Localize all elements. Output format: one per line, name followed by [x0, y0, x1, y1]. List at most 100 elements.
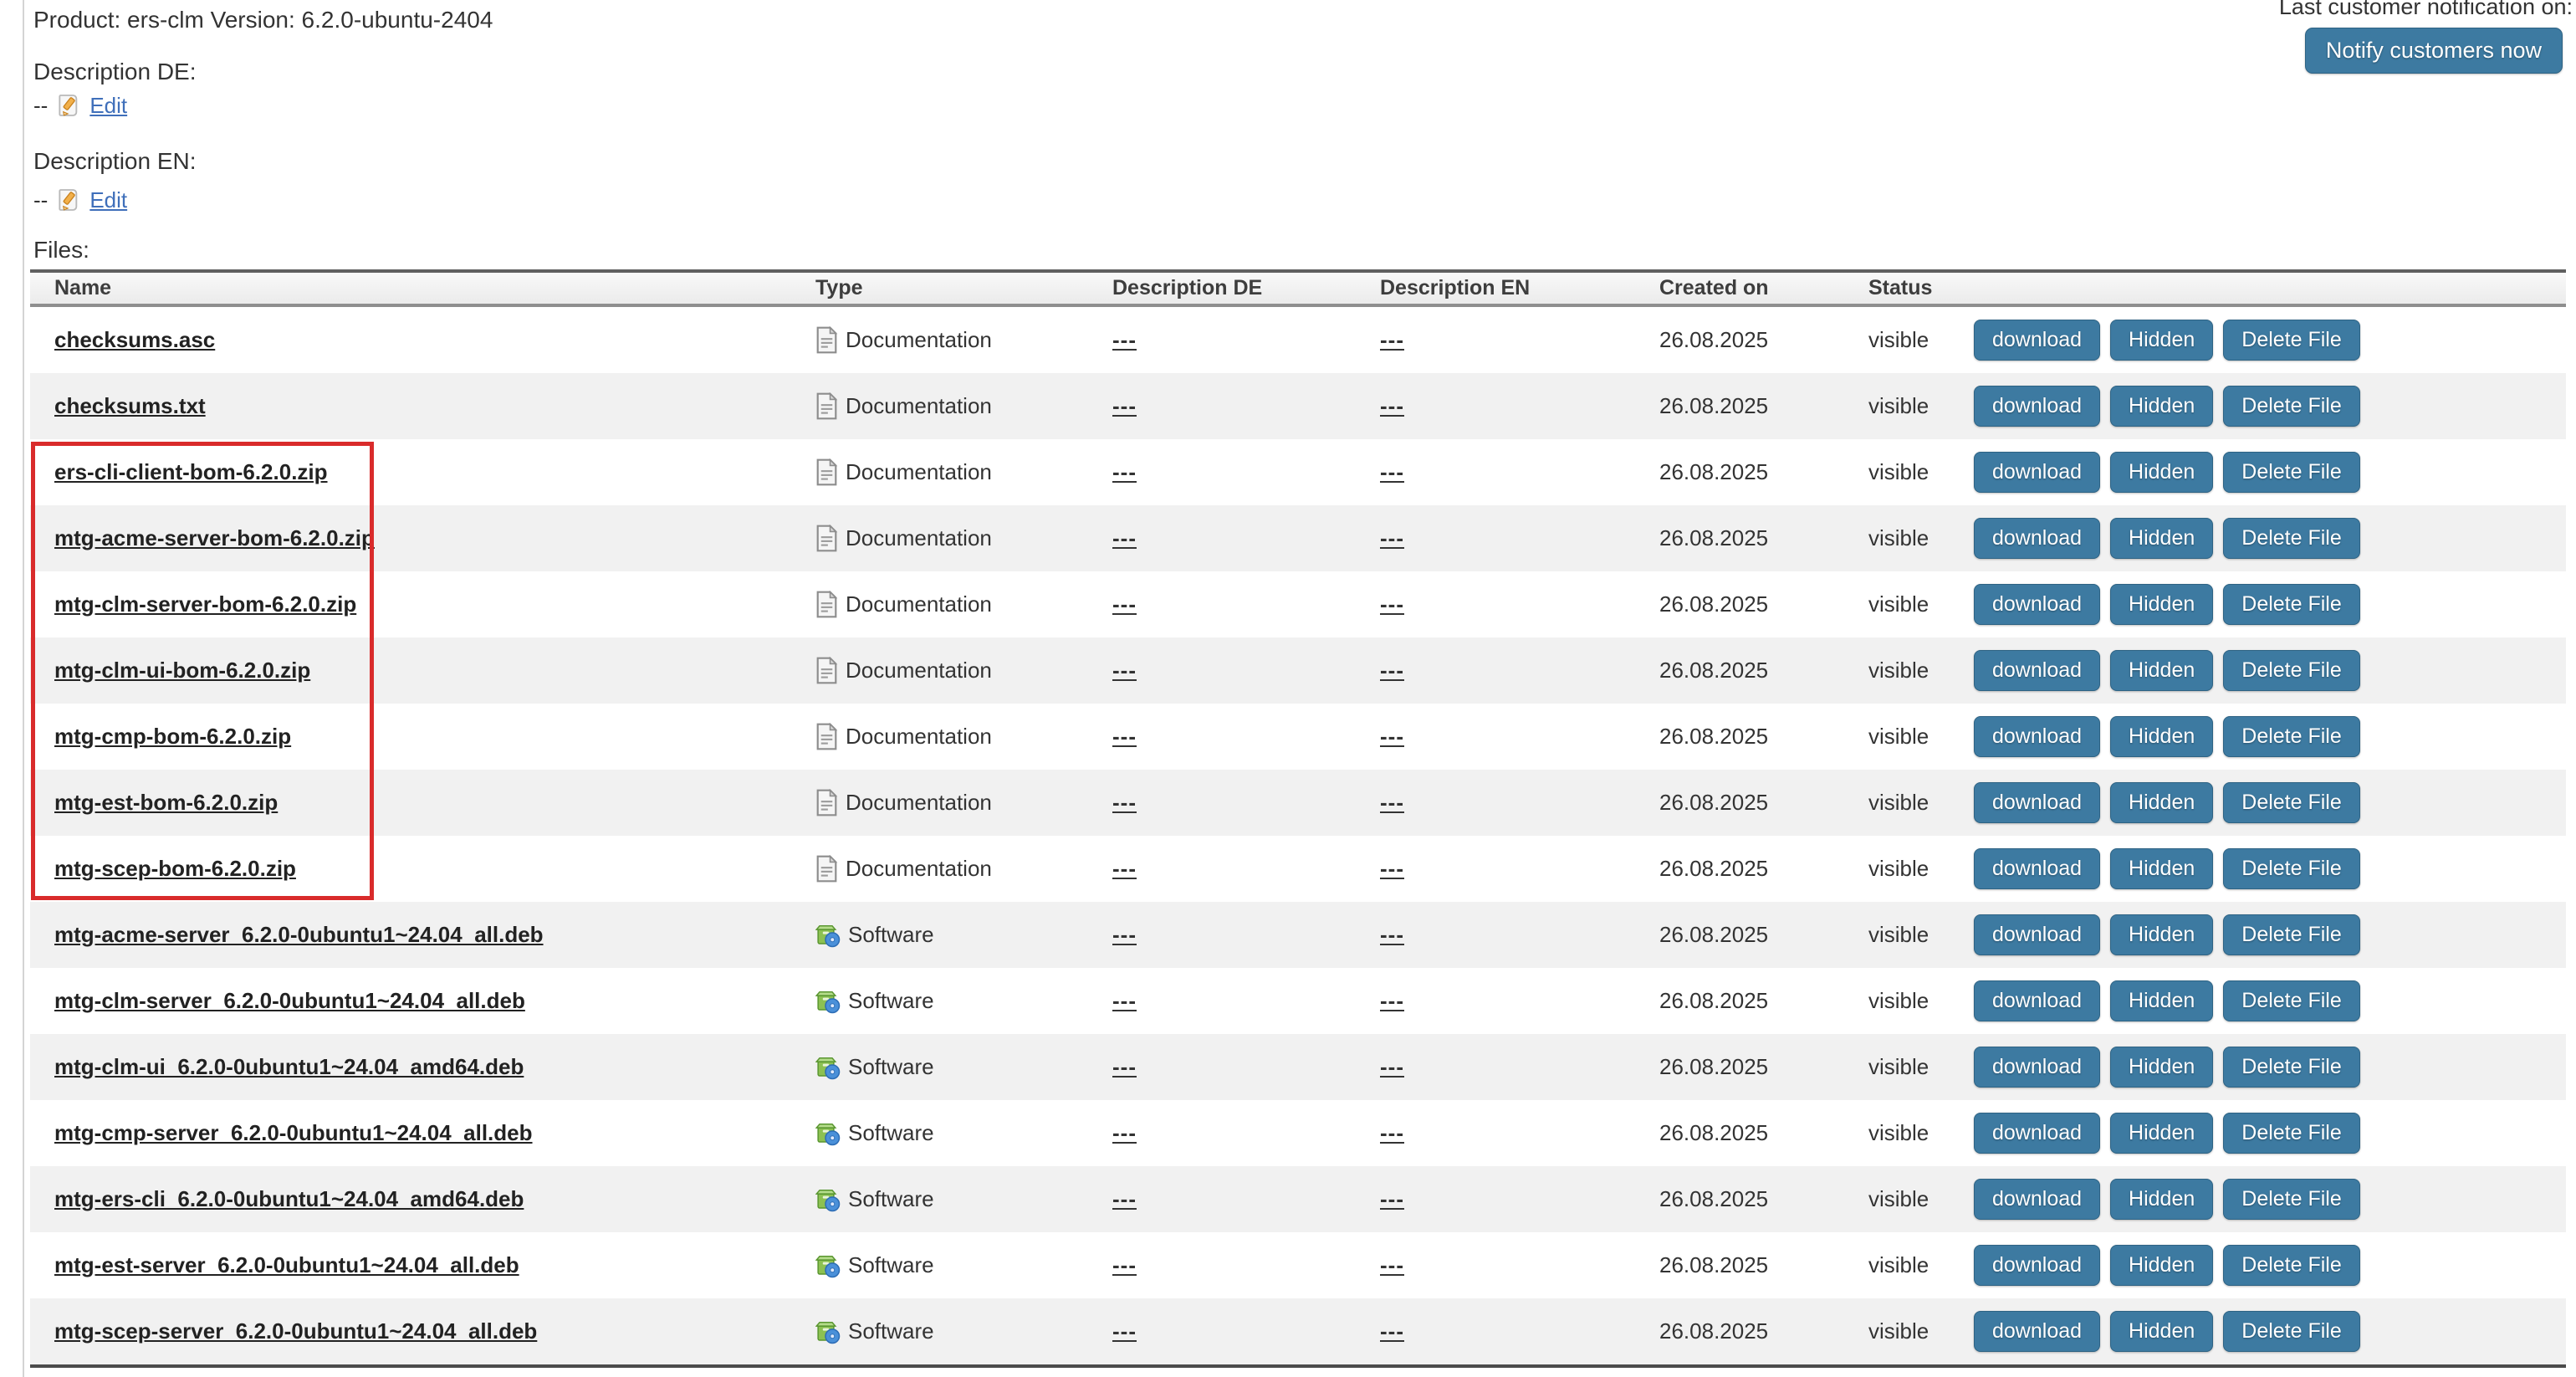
notify-customers-button[interactable]: Notify customers now [2305, 28, 2563, 74]
description-de-cell-link[interactable]: --- [1112, 1318, 1137, 1344]
download-button[interactable]: download [1974, 848, 2100, 889]
download-button[interactable]: download [1974, 452, 2100, 493]
description-en-cell-link[interactable]: --- [1380, 790, 1404, 815]
file-name-link[interactable]: mtg-clm-server_6.2.0-0ubuntu1~24.04_all.… [54, 988, 525, 1013]
delete-file-button[interactable]: Delete File [2223, 1113, 2360, 1154]
description-en-cell-link[interactable]: --- [1380, 1054, 1404, 1079]
description-en-cell-link[interactable]: --- [1380, 1186, 1404, 1211]
description-en-cell-link[interactable]: --- [1380, 922, 1404, 947]
file-name-link[interactable]: mtg-scep-server_6.2.0-0ubuntu1~24.04_all… [54, 1318, 537, 1344]
file-name-link[interactable]: mtg-cmp-bom-6.2.0.zip [54, 724, 291, 749]
description-en-cell-link[interactable]: --- [1380, 1252, 1404, 1277]
download-button[interactable]: download [1974, 584, 2100, 625]
file-name-link[interactable]: mtg-clm-ui-bom-6.2.0.zip [54, 658, 310, 683]
hidden-button[interactable]: Hidden [2110, 848, 2213, 889]
hidden-button[interactable]: Hidden [2110, 980, 2213, 1021]
description-en-cell-link[interactable]: --- [1380, 856, 1404, 881]
file-name-link[interactable]: mtg-est-server_6.2.0-0ubuntu1~24.04_all.… [54, 1252, 519, 1277]
delete-file-button[interactable]: Delete File [2223, 320, 2360, 361]
file-name-link[interactable]: mtg-clm-server-bom-6.2.0.zip [54, 591, 356, 617]
file-name-link[interactable]: mtg-scep-bom-6.2.0.zip [54, 856, 296, 881]
description-de-cell-link[interactable]: --- [1112, 790, 1137, 815]
file-name-link[interactable]: mtg-acme-server-bom-6.2.0.zip [54, 525, 375, 550]
description-de-cell-link[interactable]: --- [1112, 525, 1137, 550]
download-button[interactable]: download [1974, 320, 2100, 361]
description-de-cell-link[interactable]: --- [1112, 922, 1137, 947]
download-button[interactable]: download [1974, 782, 2100, 823]
hidden-button[interactable]: Hidden [2110, 518, 2213, 559]
delete-file-button[interactable]: Delete File [2223, 452, 2360, 493]
hidden-button[interactable]: Hidden [2110, 1113, 2213, 1154]
description-en-cell-link[interactable]: --- [1380, 393, 1404, 418]
delete-file-button[interactable]: Delete File [2223, 584, 2360, 625]
delete-file-button[interactable]: Delete File [2223, 782, 2360, 823]
download-button[interactable]: download [1974, 1311, 2100, 1352]
delete-file-button[interactable]: Delete File [2223, 980, 2360, 1021]
delete-file-button[interactable]: Delete File [2223, 1311, 2360, 1352]
download-button[interactable]: download [1974, 716, 2100, 757]
description-en-cell-link[interactable]: --- [1380, 724, 1404, 749]
description-en-cell-link[interactable]: --- [1380, 1318, 1404, 1344]
edit-description-de-link[interactable]: Edit [89, 93, 127, 119]
download-button[interactable]: download [1974, 1047, 2100, 1088]
file-name-link[interactable]: mtg-cmp-server_6.2.0-0ubuntu1~24.04_all.… [54, 1120, 533, 1145]
file-name-link[interactable]: ers-cli-client-bom-6.2.0.zip [54, 459, 328, 484]
delete-file-button[interactable]: Delete File [2223, 1245, 2360, 1286]
delete-file-button[interactable]: Delete File [2223, 716, 2360, 757]
description-de-cell-link[interactable]: --- [1112, 1186, 1137, 1211]
download-button[interactable]: download [1974, 1179, 2100, 1220]
download-button[interactable]: download [1974, 1113, 2100, 1154]
description-de-cell-link[interactable]: --- [1112, 591, 1137, 617]
description-en-cell-link[interactable]: --- [1380, 327, 1404, 352]
hidden-button[interactable]: Hidden [2110, 782, 2213, 823]
hidden-button[interactable]: Hidden [2110, 320, 2213, 361]
file-name-link[interactable]: mtg-acme-server_6.2.0-0ubuntu1~24.04_all… [54, 922, 544, 947]
description-de-cell-link[interactable]: --- [1112, 459, 1137, 484]
download-button[interactable]: download [1974, 1245, 2100, 1286]
delete-file-button[interactable]: Delete File [2223, 914, 2360, 955]
file-name-link[interactable]: mtg-clm-ui_6.2.0-0ubuntu1~24.04_amd64.de… [54, 1054, 524, 1079]
description-de-cell-link[interactable]: --- [1112, 856, 1137, 881]
description-de-cell-link[interactable]: --- [1112, 724, 1137, 749]
edit-description-en-link[interactable]: Edit [89, 187, 127, 213]
delete-file-button[interactable]: Delete File [2223, 650, 2360, 691]
hidden-button[interactable]: Hidden [2110, 584, 2213, 625]
download-button[interactable]: download [1974, 914, 2100, 955]
description-de-cell-link[interactable]: --- [1112, 327, 1137, 352]
file-name-link[interactable]: mtg-ers-cli_6.2.0-0ubuntu1~24.04_amd64.d… [54, 1186, 524, 1211]
description-en-cell-link[interactable]: --- [1380, 988, 1404, 1013]
description-de-cell-link[interactable]: --- [1112, 1054, 1137, 1079]
download-button[interactable]: download [1974, 980, 2100, 1021]
description-de-cell-link[interactable]: --- [1112, 1252, 1137, 1277]
description-de-cell-link[interactable]: --- [1112, 658, 1137, 683]
delete-file-button[interactable]: Delete File [2223, 848, 2360, 889]
download-button[interactable]: download [1974, 650, 2100, 691]
delete-file-button[interactable]: Delete File [2223, 518, 2360, 559]
hidden-button[interactable]: Hidden [2110, 386, 2213, 427]
hidden-button[interactable]: Hidden [2110, 650, 2213, 691]
description-de-cell-link[interactable]: --- [1112, 988, 1137, 1013]
description-en-cell-link[interactable]: --- [1380, 525, 1404, 550]
hidden-button[interactable]: Hidden [2110, 716, 2213, 757]
hidden-button[interactable]: Hidden [2110, 1245, 2213, 1286]
hidden-button[interactable]: Hidden [2110, 1047, 2213, 1088]
hidden-button[interactable]: Hidden [2110, 1311, 2213, 1352]
delete-file-button[interactable]: Delete File [2223, 1179, 2360, 1220]
hidden-button[interactable]: Hidden [2110, 1179, 2213, 1220]
description-en-cell-link[interactable]: --- [1380, 459, 1404, 484]
description-de-cell-link[interactable]: --- [1112, 393, 1137, 418]
description-en-cell-link[interactable]: --- [1380, 658, 1404, 683]
description-en-cell-link[interactable]: --- [1380, 1120, 1404, 1145]
file-name-link[interactable]: checksums.asc [54, 327, 215, 352]
created-on-cell: 26.08.2025 [1659, 1100, 1868, 1166]
file-name-link[interactable]: checksums.txt [54, 393, 206, 418]
file-name-link[interactable]: mtg-est-bom-6.2.0.zip [54, 790, 278, 815]
description-en-cell-link[interactable]: --- [1380, 591, 1404, 617]
hidden-button[interactable]: Hidden [2110, 452, 2213, 493]
download-button[interactable]: download [1974, 386, 2100, 427]
hidden-button[interactable]: Hidden [2110, 914, 2213, 955]
delete-file-button[interactable]: Delete File [2223, 386, 2360, 427]
description-de-cell-link[interactable]: --- [1112, 1120, 1137, 1145]
delete-file-button[interactable]: Delete File [2223, 1047, 2360, 1088]
download-button[interactable]: download [1974, 518, 2100, 559]
